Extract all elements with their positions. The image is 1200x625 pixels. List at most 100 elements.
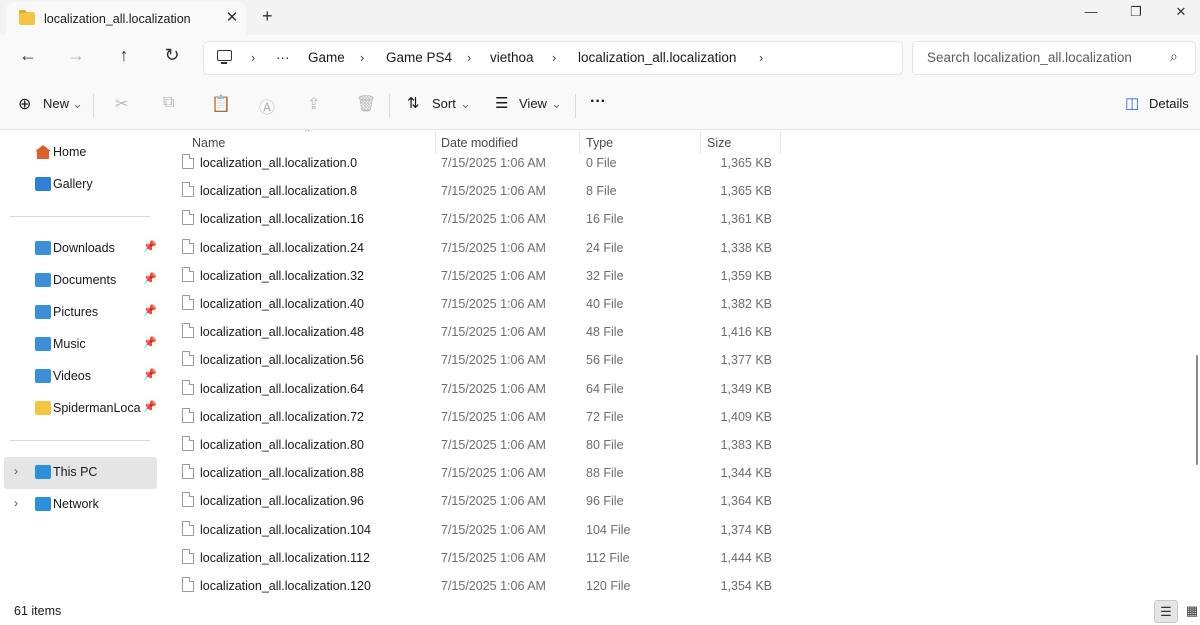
file-size: 1,349 KB bbox=[720, 381, 772, 396]
sidebar-item-label: Network bbox=[53, 497, 99, 511]
refresh-button[interactable]: ↻ bbox=[158, 45, 186, 66]
downloads-folder-icon bbox=[35, 241, 51, 255]
back-button[interactable]: ← bbox=[14, 45, 42, 66]
file-icon bbox=[182, 379, 194, 395]
breadcrumb-item-viethoa[interactable]: viethoa bbox=[490, 50, 534, 65]
file-type: 24 File bbox=[586, 240, 624, 255]
chevron-right-icon[interactable]: › bbox=[14, 496, 18, 510]
file-row[interactable]: localization_all.localization.8 7/15/2025… bbox=[160, 178, 1190, 206]
sidebar-item-network[interactable]: › Network bbox=[4, 489, 157, 521]
file-icon bbox=[182, 210, 194, 226]
file-date-modified: 7/15/2025 1:06 AM bbox=[441, 409, 546, 424]
computer-icon bbox=[217, 50, 232, 64]
sidebar-item-pictures[interactable]: Pictures 📌 bbox=[4, 297, 157, 329]
file-size: 1,382 KB bbox=[720, 297, 772, 311]
sort-button[interactable]: Sort bbox=[432, 96, 456, 111]
chevron-down-icon: ⌄ bbox=[551, 96, 562, 111]
breadcrumb-item-current[interactable]: localization_all.localization bbox=[578, 50, 736, 65]
file-row[interactable]: localization_all.localization.104 7/15/20… bbox=[160, 517, 1190, 545]
sidebar-item-label: Home bbox=[53, 145, 87, 159]
share-icon[interactable]: ⇪ bbox=[307, 94, 320, 114]
breadcrumb-separator: › bbox=[360, 50, 365, 65]
file-row[interactable]: localization_all.localization.72 7/15/202… bbox=[160, 404, 1190, 432]
sidebar-item-home[interactable]: Home bbox=[4, 137, 157, 169]
forward-button[interactable]: → bbox=[62, 45, 90, 66]
file-size: 1,344 KB bbox=[720, 466, 772, 481]
title-bar: localization_all.localization ✕ + — ❐ ✕ bbox=[0, 0, 1200, 35]
address-row: ← → ↑ ↻ › ··· Game › Game PS4 › viethoa … bbox=[0, 35, 1200, 82]
file-row[interactable]: localization_all.localization.0 7/15/2025… bbox=[160, 150, 1190, 178]
tiles-view-button[interactable]: ▦ bbox=[1180, 600, 1200, 623]
file-row[interactable]: localization_all.localization.56 7/15/202… bbox=[160, 347, 1190, 375]
file-icon bbox=[182, 520, 194, 536]
more-options-button[interactable]: ··· bbox=[590, 93, 606, 111]
status-bar: 61 items ☰ ▦ bbox=[0, 600, 1200, 625]
file-icon bbox=[182, 407, 194, 423]
search-box[interactable]: Search localization_all.localization ⌕ bbox=[912, 41, 1196, 75]
file-name: localization_all.localization.16 bbox=[200, 212, 364, 227]
details-view-button[interactable]: ☰ bbox=[1154, 600, 1178, 623]
column-header-size[interactable]: Size bbox=[707, 136, 731, 150]
pin-icon: 📌 bbox=[143, 273, 157, 285]
column-header-name[interactable]: Name bbox=[192, 136, 225, 150]
tab-localization[interactable]: localization_all.localization ✕ bbox=[6, 2, 246, 35]
file-name: localization_all.localization.120 bbox=[200, 579, 371, 593]
file-date-modified: 7/15/2025 1:06 AM bbox=[441, 381, 546, 396]
new-icon: ⊕ bbox=[18, 96, 32, 113]
file-row[interactable]: localization_all.localization.88 7/15/202… bbox=[160, 460, 1190, 488]
file-row[interactable]: localization_all.localization.24 7/15/202… bbox=[160, 235, 1190, 263]
pin-icon: 📌 bbox=[143, 337, 157, 349]
minimize-button[interactable]: — bbox=[1076, 4, 1106, 19]
close-window-button[interactable]: ✕ bbox=[1166, 4, 1196, 20]
file-row[interactable]: localization_all.localization.96 7/15/202… bbox=[160, 488, 1190, 516]
sidebar-item-videos[interactable]: Videos 📌 bbox=[4, 361, 157, 393]
details-button[interactable]: Details bbox=[1149, 96, 1189, 111]
search-input[interactable]: Search localization_all.localization bbox=[927, 50, 1132, 65]
file-date-modified: 7/15/2025 1:06 AM bbox=[441, 494, 546, 509]
delete-icon[interactable]: 🗑 bbox=[356, 94, 376, 114]
chevron-right-icon[interactable]: › bbox=[14, 464, 18, 478]
breadcrumb-overflow[interactable]: ··· bbox=[276, 50, 290, 65]
cut-icon[interactable]: ✂ bbox=[115, 94, 128, 114]
new-button[interactable]: New bbox=[43, 96, 69, 111]
sidebar-item-music[interactable]: Music 📌 bbox=[4, 329, 157, 361]
file-row[interactable]: localization_all.localization.40 7/15/202… bbox=[160, 291, 1190, 319]
tab-close-icon[interactable]: ✕ bbox=[222, 8, 242, 26]
vertical-scrollbar[interactable] bbox=[1194, 130, 1200, 600]
sidebar-item-gallery[interactable]: Gallery bbox=[4, 169, 157, 201]
breadcrumb-item-game[interactable]: Game bbox=[308, 50, 345, 65]
file-row[interactable]: localization_all.localization.112 7/15/20… bbox=[160, 545, 1190, 573]
sidebar-divider bbox=[10, 216, 150, 217]
up-button[interactable]: ↑ bbox=[110, 45, 138, 66]
scrollbar-thumb[interactable] bbox=[1196, 355, 1198, 465]
sort-ascending-icon: ^ bbox=[305, 130, 310, 138]
view-button[interactable]: View bbox=[519, 96, 547, 111]
sidebar-item-spidermanlocali[interactable]: SpidermanLocali 📌 bbox=[4, 393, 157, 425]
column-header-type[interactable]: Type bbox=[586, 136, 613, 150]
file-row[interactable]: localization_all.localization.120 7/15/20… bbox=[160, 573, 1190, 600]
file-type: 96 File bbox=[586, 494, 624, 509]
file-name: localization_all.localization.48 bbox=[200, 325, 364, 340]
file-size: 1,377 KB bbox=[720, 353, 772, 368]
file-type: 40 File bbox=[586, 297, 624, 311]
file-row[interactable]: localization_all.localization.48 7/15/202… bbox=[160, 319, 1190, 347]
file-row[interactable]: localization_all.localization.64 7/15/202… bbox=[160, 376, 1190, 404]
maximize-button[interactable]: ❐ bbox=[1121, 4, 1151, 20]
sidebar-item-downloads[interactable]: Downloads 📌 bbox=[4, 233, 157, 265]
copy-icon[interactable]: ⧉ bbox=[163, 94, 174, 112]
address-bar[interactable]: › ··· Game › Game PS4 › viethoa › locali… bbox=[203, 41, 903, 75]
paste-icon[interactable]: 📋 bbox=[211, 94, 231, 114]
file-date-modified: 7/15/2025 1:06 AM bbox=[441, 212, 546, 227]
file-row[interactable]: localization_all.localization.16 7/15/202… bbox=[160, 206, 1190, 234]
sidebar-item-this-pc[interactable]: › This PC bbox=[4, 457, 157, 489]
file-row[interactable]: localization_all.localization.80 7/15/202… bbox=[160, 432, 1190, 460]
rename-icon[interactable]: Ⓐ bbox=[259, 94, 275, 118]
item-count: 61 items bbox=[14, 604, 62, 618]
breadcrumb-item-game-ps4[interactable]: Game PS4 bbox=[386, 50, 452, 65]
column-header-date[interactable]: Date modified bbox=[441, 136, 518, 150]
file-type: 112 File bbox=[586, 550, 630, 565]
file-row[interactable]: localization_all.localization.32 7/15/202… bbox=[160, 263, 1190, 291]
sidebar-item-documents[interactable]: Documents 📌 bbox=[4, 265, 157, 297]
new-tab-button[interactable]: + bbox=[262, 6, 273, 27]
file-size: 1,444 KB bbox=[720, 550, 772, 565]
